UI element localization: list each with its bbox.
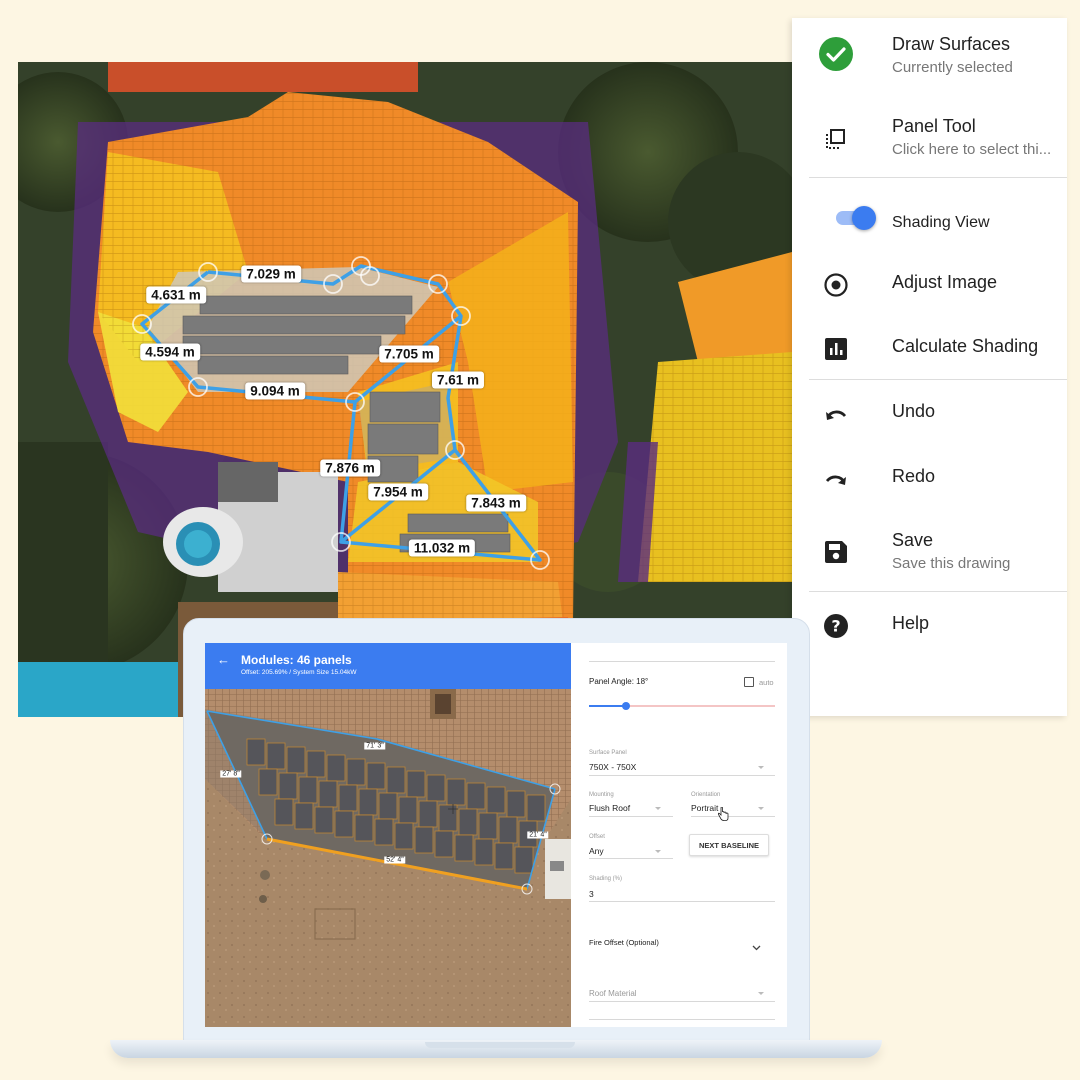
offset-select[interactable]: Any — [589, 846, 604, 856]
mounting-select[interactable]: Flush Roof — [589, 803, 630, 813]
back-arrow-icon[interactable]: ← — [217, 652, 230, 667]
measurement-label: 7.61 m — [431, 371, 485, 389]
dimension-label: 52' 4" — [384, 856, 406, 864]
measurement-label: 7.876 m — [320, 459, 380, 477]
panel-select-icon — [822, 125, 850, 153]
menu-item-help[interactable]: ? Help — [792, 603, 1067, 658]
fire-offset-expander[interactable]: Fire Offset (Optional) — [589, 938, 659, 947]
slider-thumb[interactable] — [622, 702, 631, 710]
bar-chart-icon — [822, 335, 850, 363]
menu-divider — [809, 177, 1067, 178]
menu-item-title: Help — [892, 613, 930, 633]
field-underline — [691, 816, 775, 817]
undo-icon — [822, 402, 850, 430]
module-settings-panel: Panel Angle: 18° auto Surface Panel 750X… — [571, 643, 787, 1027]
measurement-label: 7.029 m — [241, 265, 301, 283]
slider-fill — [589, 705, 627, 707]
dropdown-caret-icon — [758, 992, 764, 995]
menu-item-subtitle: Save this drawing — [892, 555, 1011, 572]
auto-label: auto — [759, 678, 774, 687]
laptop-screen: ← Modules: 46 panels Offset: 205.69% / S… — [205, 643, 787, 1027]
measurement-label: 4.594 m — [140, 343, 200, 361]
orientation-select[interactable]: Portrait — [691, 803, 718, 813]
roof-material-select[interactable]: Roof Material — [589, 989, 637, 998]
field-underline — [589, 1019, 775, 1020]
field-underline — [589, 858, 673, 859]
dimension-label: 27' 8" — [220, 770, 242, 778]
menu-item-title: Save — [892, 530, 934, 550]
cursor-hand-icon — [717, 806, 729, 826]
auto-checkbox[interactable] — [744, 677, 754, 687]
next-baseline-button[interactable]: NEXT BASELINE — [689, 834, 769, 856]
system-summary: Offset: 205.69% / System Size 15.04kW — [241, 669, 357, 676]
orientation-label: Orientation — [691, 792, 721, 798]
measurement-label: 11.032 m — [408, 539, 476, 557]
svg-text:?: ? — [831, 617, 840, 636]
field-underline — [589, 816, 673, 817]
dimension-label: 21' 4" — [527, 831, 549, 839]
shading-label: Shading (%) — [589, 876, 623, 882]
menu-item-adjust-image[interactable]: Adjust Image — [792, 258, 1067, 308]
menu-item-panel-tool[interactable]: Panel Tool Click here to select thi... — [792, 106, 1067, 178]
menu-item-undo[interactable]: Undo — [792, 390, 1067, 445]
measurement-label: 7.705 m — [379, 345, 439, 363]
chevron-down-icon[interactable] — [752, 938, 761, 956]
menu-item-shading-view[interactable]: Shading View — [792, 198, 1067, 248]
dropdown-caret-icon — [758, 807, 764, 810]
surface-panel-label: Surface Panel — [589, 750, 627, 756]
menu-item-calculate-shading[interactable]: Calculate Shading — [792, 323, 1067, 373]
menu-item-title: Adjust Image — [892, 272, 998, 292]
check-circle-icon — [818, 36, 854, 72]
measurement-label: 4.631 m — [146, 286, 206, 304]
panel-angle-label: Panel Angle: 18° — [589, 677, 649, 686]
menu-item-title: Redo — [892, 466, 936, 486]
laptop-notch — [425, 1042, 575, 1048]
menu-item-save[interactable]: Save Save this drawing — [792, 523, 1067, 591]
measurement-label: 7.843 m — [466, 494, 526, 512]
help-icon: ? — [822, 612, 850, 640]
modules-title: Modules: 46 panels — [241, 653, 352, 667]
menu-divider — [809, 379, 1067, 380]
field-underline — [589, 901, 775, 902]
surface-panel-select[interactable]: 750X - 750X — [589, 762, 636, 772]
menu-item-title: Calculate Shading — [892, 336, 1039, 356]
dropdown-caret-icon — [758, 766, 764, 769]
roof-closeup-map[interactable]: 71' 3" 27' 8" 21' 4" 52' 4" — [205, 689, 571, 1027]
field-underline — [589, 775, 775, 776]
dropdown-caret-icon — [655, 850, 661, 853]
menu-item-redo[interactable]: Redo — [792, 455, 1067, 510]
mounting-label: Mounting — [589, 792, 614, 798]
menu-divider — [809, 591, 1067, 592]
modules-header: ← Modules: 46 panels Offset: 205.69% / S… — [205, 643, 571, 689]
menu-item-title: Shading View — [892, 214, 990, 231]
menu-item-subtitle: Currently selected — [892, 59, 1013, 76]
dimension-label: 71' 3" — [364, 742, 386, 750]
field-underline — [589, 661, 775, 662]
offset-label: Offset — [589, 834, 605, 840]
radio-target-icon — [822, 271, 850, 299]
measurement-label: 7.954 m — [368, 483, 428, 501]
field-underline — [589, 1001, 775, 1002]
shading-input[interactable]: 3 — [589, 889, 594, 899]
redo-icon — [822, 467, 850, 495]
measurement-label: 9.094 m — [245, 382, 305, 400]
menu-item-title: Draw Surfaces — [892, 34, 1011, 54]
menu-item-subtitle: Click here to select thi... — [892, 141, 1052, 158]
menu-item-draw-surfaces[interactable]: Draw Surfaces Currently selected — [792, 18, 1067, 96]
menu-item-title: Undo — [892, 401, 936, 421]
save-icon — [822, 538, 850, 566]
toggle-thumb — [852, 206, 876, 230]
tool-menu: Draw Surfaces Currently selected Panel T… — [792, 18, 1067, 716]
dropdown-caret-icon — [655, 807, 661, 810]
menu-item-title: Panel Tool — [892, 116, 976, 136]
